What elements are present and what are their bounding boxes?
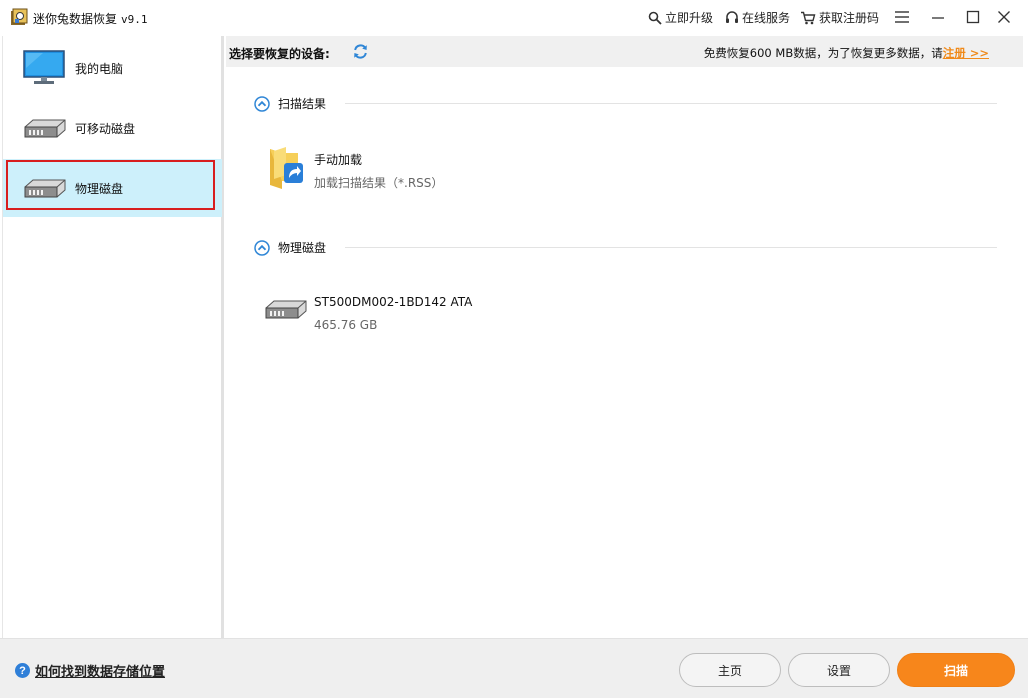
section-divider (345, 247, 997, 248)
maximize-button[interactable] (962, 6, 984, 28)
home-button[interactable]: 主页 (679, 653, 781, 687)
sidebar-item-label: 我的电脑 (75, 61, 124, 76)
manual-load-title: 手动加载 (314, 153, 363, 167)
monitor-icon (23, 50, 65, 84)
sidebar-item-label: 可移动磁盘 (75, 121, 136, 136)
upgrade-link[interactable]: 立即升级 (648, 9, 713, 26)
free-quota-note: 免费恢复600 MB数据，为了恢复更多数据，请注册 >> (704, 45, 989, 61)
headset-icon (726, 10, 738, 23)
close-icon (998, 11, 1010, 23)
sidebar-item-label: 物理磁盘 (75, 181, 124, 196)
collapse-up-icon (254, 95, 270, 112)
folder-shortcut-icon (270, 147, 303, 189)
help-link-label: 如何找到数据存储位置 (35, 665, 166, 680)
section-scan-results-toggle[interactable]: 扫描结果 (254, 95, 326, 112)
manual-load-subtitle: 加载扫描结果（*.RSS） (314, 176, 444, 190)
maximize-icon (966, 10, 980, 24)
device-select-header: 选择要恢复的设备: 免费恢复600 MB数据，为了恢复更多数据，请注册 >> (226, 36, 1023, 67)
sidebar: 我的电脑 可移动磁盘 物理磁盘 (2, 36, 224, 638)
footer-bar: ? 如何找到数据存储位置 主页 设置 扫描 (0, 638, 1028, 698)
sidebar-item-removable-disk[interactable]: 可移动磁盘 (3, 99, 222, 157)
disk-name: ST500DM002-1BD142 ATA (314, 295, 473, 309)
sidebar-item-my-computer[interactable]: 我的电脑 (3, 39, 222, 97)
help-link[interactable]: ? 如何找到数据存储位置 (15, 661, 165, 680)
menu-button[interactable] (891, 6, 913, 28)
cart-icon (801, 11, 816, 24)
app-title-text: 迷你兔数据恢复 (33, 12, 118, 26)
close-button[interactable] (993, 6, 1015, 28)
help-icon: ? (15, 663, 30, 678)
refresh-icon[interactable] (352, 43, 369, 60)
minimize-icon (932, 17, 944, 19)
title-bar: 迷你兔数据恢复 v9.1 立即升级 在线服务 获取注册码 (0, 0, 1028, 35)
sidebar-item-physical-disk[interactable]: 物理磁盘 (3, 159, 222, 217)
minimize-button[interactable] (927, 6, 949, 28)
section-physical-disks-toggle[interactable]: 物理磁盘 (254, 239, 326, 256)
online-service-link[interactable]: 在线服务 (725, 9, 790, 26)
free-quota-text: 免费恢复600 MB数据，为了恢复更多数据，请 (703, 46, 943, 60)
page-title: 选择要恢复的设备: (229, 47, 330, 61)
app-logo-icon (11, 8, 28, 25)
search-key-icon (648, 11, 662, 25)
disk-size: 465.76 GB (314, 318, 378, 332)
section-title: 扫描结果 (278, 97, 327, 111)
section-divider (345, 103, 997, 104)
hamburger-menu-icon (895, 11, 909, 23)
online-service-label: 在线服务 (742, 11, 791, 25)
scan-button[interactable]: 扫描 (897, 653, 1015, 687)
disk-item[interactable]: ST500DM002-1BD142 ATA 465.76 GB (262, 287, 522, 335)
drive-icon (265, 300, 307, 319)
collapse-up-icon (254, 239, 270, 256)
settings-button[interactable]: 设置 (788, 653, 890, 687)
upgrade-label: 立即升级 (665, 11, 714, 25)
drive-icon (24, 179, 66, 198)
app-version: v9.1 (121, 13, 148, 26)
get-code-label: 获取注册码 (819, 11, 880, 25)
drive-icon (24, 119, 66, 138)
register-link[interactable]: 注册 >> (943, 46, 989, 60)
app-title: 迷你兔数据恢复 v9.1 (33, 10, 148, 27)
manual-load-item[interactable]: 手动加载 加载扫描结果（*.RSS） (262, 143, 492, 191)
section-title: 物理磁盘 (278, 241, 327, 255)
get-code-link[interactable]: 获取注册码 (800, 9, 879, 26)
